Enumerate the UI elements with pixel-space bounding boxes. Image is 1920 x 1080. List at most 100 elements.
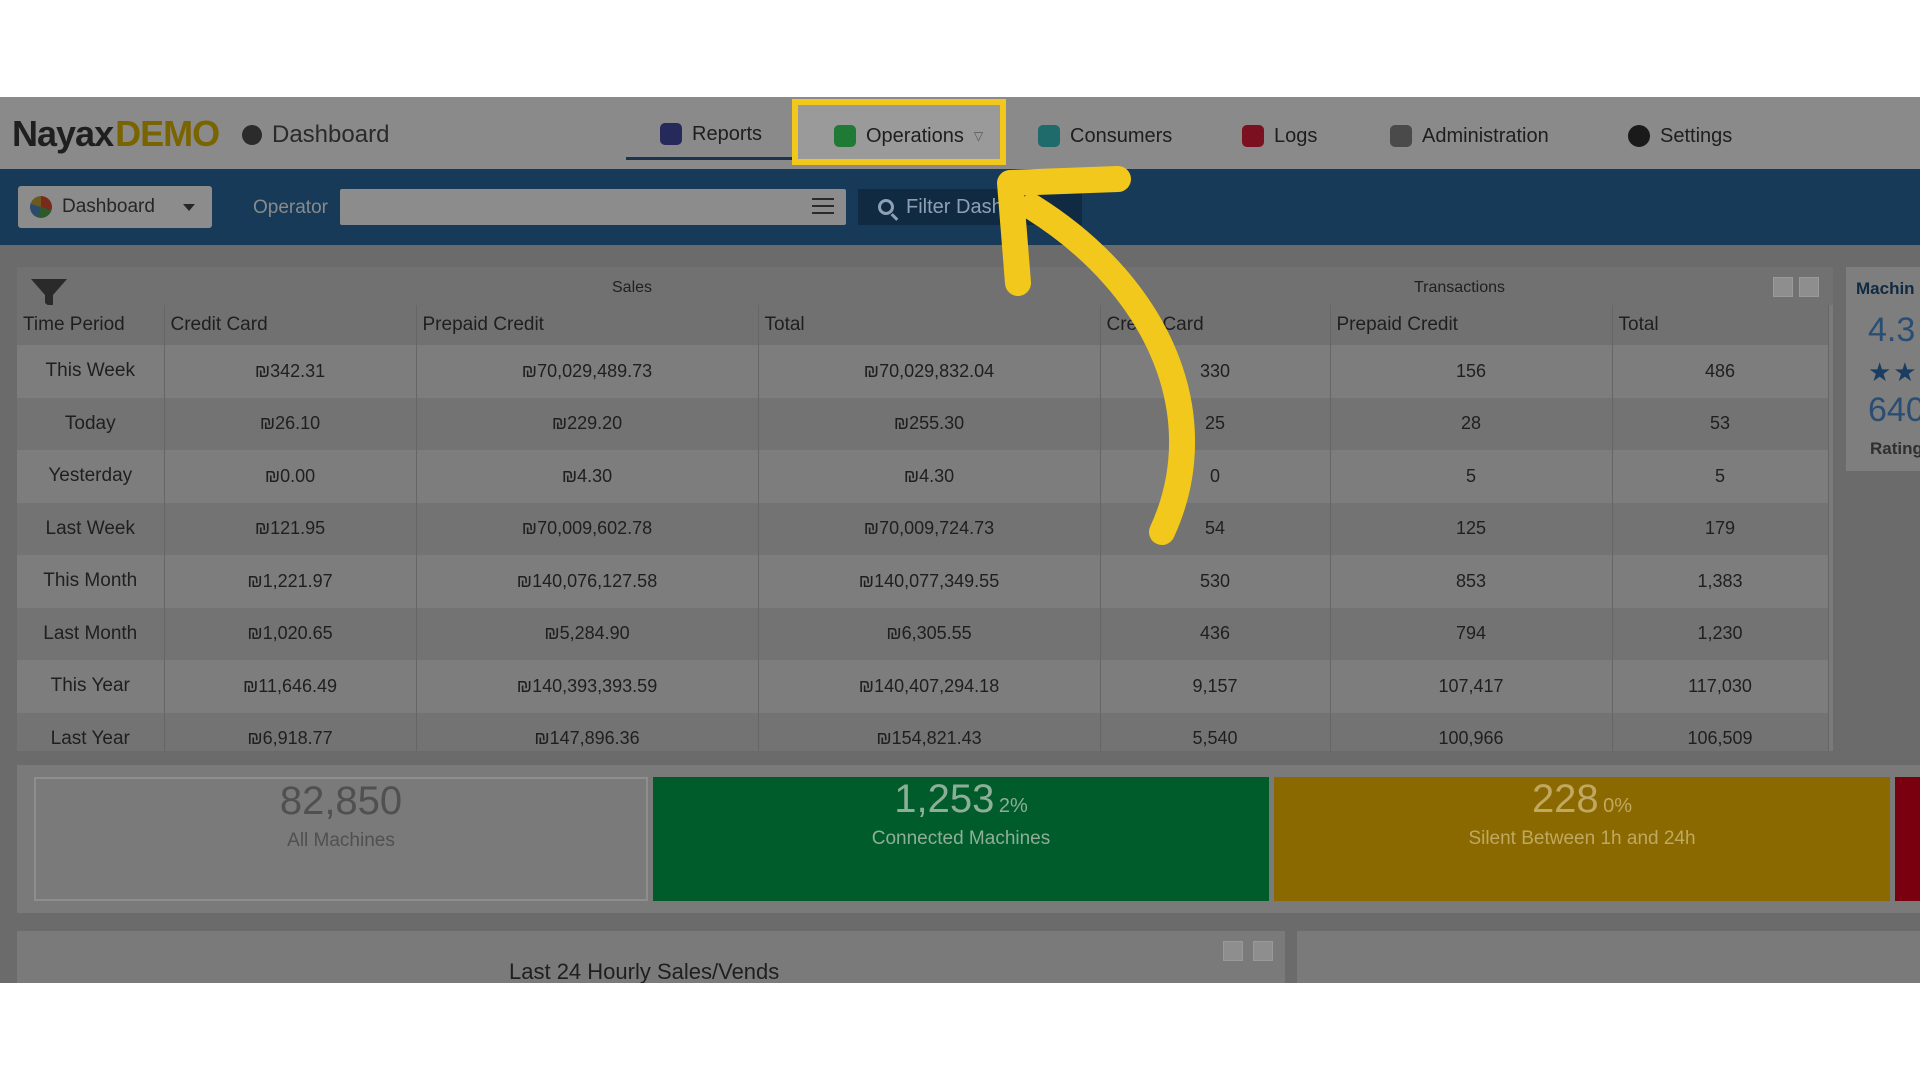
filter-dashboard-button[interactable]: Filter Dash — [858, 189, 1082, 225]
column-header[interactable]: Prepaid Credit — [416, 305, 759, 345]
table-cell: ₪140,407,294.18 — [758, 660, 1101, 713]
silent-machines-card[interactable]: 228 0% Silent Between 1h and 24h — [1274, 777, 1890, 901]
table-cell: ₪1,221.97 — [164, 555, 417, 608]
time-period-cell: Last Week — [17, 502, 165, 555]
table-cell: ₪140,076,127.58 — [416, 555, 759, 608]
connected-machines-card[interactable]: 1,253 2% Connected Machines — [653, 777, 1269, 901]
table-cell: 0 — [1100, 450, 1331, 503]
table-cell: ₪70,029,832.04 — [758, 345, 1101, 398]
table-cell: 179 — [1612, 502, 1829, 555]
star-icon: ★★ — [1868, 357, 1919, 387]
table-header-row: Time Period Credit Card Prepaid Credit Tota… — [17, 305, 1829, 345]
chart-title: Last 24 Hourly Sales/Vends — [509, 959, 780, 983]
time-period-cell: This Week — [17, 345, 165, 398]
table-cell: 53 — [1612, 397, 1829, 450]
download-icon[interactable] — [1253, 941, 1273, 961]
download-icon[interactable] — [1799, 277, 1819, 297]
sales-transactions-panel: Sales Transactions Time Period Credit Car… — [17, 267, 1833, 751]
time-period-cell: This Month — [17, 555, 165, 608]
column-header[interactable]: Credit Card — [164, 305, 417, 345]
filter-bar: Dashboard Operator Filter Dash — [0, 169, 1920, 245]
table-cell: ₪154,821.43 — [758, 712, 1101, 751]
pie-chart-icon — [30, 196, 52, 218]
table-cell: ₪5,284.90 — [416, 607, 759, 660]
table-row: Last Week ₪121.95 ₪70,009,602.78 ₪70,009,72… — [17, 502, 1829, 555]
card-number: 82,850 — [279, 779, 403, 823]
expand-icon[interactable] — [1773, 277, 1793, 297]
table-row: Last Month ₪1,020.65 ₪5,284.90 ₪6,305.55 436… — [17, 607, 1829, 660]
list-icon[interactable] — [812, 198, 834, 216]
caret-down-icon — [182, 203, 195, 211]
sales-group-label: Sales — [612, 279, 653, 296]
column-header[interactable]: Total — [758, 305, 1101, 345]
time-period-cell: Yesterday — [17, 450, 165, 503]
nav-logs[interactable]: Logs — [1242, 119, 1317, 153]
table-cell: ₪140,393,393.59 — [416, 660, 759, 713]
gear-icon — [1628, 125, 1650, 147]
table-cell: 1,383 — [1612, 555, 1829, 608]
table-cell: ₪147,896.36 — [416, 712, 759, 751]
table-cell: ₪140,077,349.55 — [758, 555, 1101, 608]
table-cell: ₪255.30 — [758, 397, 1101, 450]
table-cell: ₪26.10 — [164, 397, 417, 450]
card-percent: 0% — [1603, 795, 1633, 817]
column-header[interactable]: Time Period — [17, 305, 165, 345]
table-cell: ₪342.31 — [164, 345, 417, 398]
camera-icon[interactable] — [1223, 941, 1243, 961]
table-cell: 1,230 — [1612, 607, 1829, 660]
logo-suffix: DEMO — [115, 113, 220, 154]
table-row: This Year ₪11,646.49 ₪140,393,393.59 ₪140,4… — [17, 660, 1829, 713]
table-cell: 106,509 — [1612, 712, 1829, 751]
table-row: Last Year ₪6,918.77 ₪147,896.36 ₪154,821.43… — [17, 712, 1829, 751]
table-cell: 486 — [1612, 345, 1829, 398]
table-cell: 5,540 — [1100, 712, 1331, 751]
card-label: All Machines — [287, 830, 395, 851]
chevron-down-icon: ▽ — [973, 129, 984, 143]
table-cell: ₪0.00 — [164, 450, 417, 503]
offline-machines-card[interactable] — [1895, 777, 1920, 901]
breadcrumb: Dashboard — [242, 121, 389, 149]
all-machines-card[interactable]: 82,850 All Machines — [34, 777, 648, 901]
nav-administration-label: Administration — [1422, 124, 1549, 147]
nav-settings[interactable]: Settings — [1628, 119, 1732, 153]
table-cell: ₪4.30 — [416, 450, 759, 503]
operator-input[interactable] — [340, 189, 846, 225]
dashboard-dropdown-label: Dashboard — [62, 196, 155, 217]
nav-reports-label: Reports — [692, 122, 763, 145]
table-cell: ₪70,009,602.78 — [416, 502, 759, 555]
group-header-row: Sales Transactions — [17, 267, 1833, 309]
card-label: Connected Machines — [871, 828, 1051, 849]
consumers-icon — [1038, 125, 1060, 147]
table-cell: 54 — [1100, 502, 1331, 555]
machine-stats-row: 82,850 All Machines 1,253 2% Connected M… — [17, 765, 1920, 913]
search-icon — [878, 199, 894, 215]
table-cell: 794 — [1330, 607, 1613, 660]
app-window: NayaxDEMO Dashboard Reports Operations ▽… — [0, 97, 1920, 983]
column-header[interactable]: Prepaid Credit — [1330, 305, 1613, 345]
nayax-logo[interactable]: NayaxDEMO — [12, 113, 220, 155]
rating-count: 640 — [1868, 391, 1920, 429]
table-cell: ₪4.30 — [758, 450, 1101, 503]
table-cell: 853 — [1330, 555, 1613, 608]
nav-operations[interactable]: Operations ▽ — [834, 119, 983, 153]
nav-consumers[interactable]: Consumers — [1038, 119, 1172, 153]
machine-rating-panel: Machin 4.3 ★★ 640 Rating — [1846, 267, 1920, 471]
nav-settings-label: Settings — [1660, 124, 1733, 147]
dashboard-dropdown[interactable]: Dashboard — [18, 186, 212, 228]
rating-label: Rating — [1870, 439, 1920, 458]
card-number: 228 — [1531, 777, 1599, 821]
nav-reports[interactable]: Reports — [660, 117, 762, 151]
table-cell: 125 — [1330, 502, 1613, 555]
table-row: This Week ₪342.31 ₪70,029,489.73 ₪70,029,83… — [17, 345, 1829, 398]
nav-administration[interactable]: Administration — [1390, 119, 1549, 153]
card-label: Silent Between 1h and 24h — [1468, 828, 1696, 849]
rating-value: 4.3 — [1868, 311, 1916, 349]
column-header[interactable]: Credit Card — [1100, 305, 1331, 345]
breadcrumb-label: Dashboard — [272, 121, 390, 148]
logo-main: Nayax — [12, 113, 114, 154]
column-header[interactable]: Total — [1612, 305, 1829, 345]
table-cell: ₪6,305.55 — [758, 607, 1101, 660]
filter-button-label: Filter Dash — [906, 195, 1003, 218]
operations-icon — [834, 125, 856, 147]
table-cell: 156 — [1330, 345, 1613, 398]
